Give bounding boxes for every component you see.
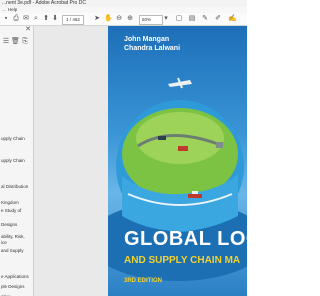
- zoom-in-icon[interactable]: ⊕: [126, 15, 134, 23]
- new-bookmark-icon[interactable]: ⎘: [21, 38, 29, 46]
- next-page-icon[interactable]: ⬇: [51, 15, 59, 23]
- bookmark-item[interactable]: upply Chain: [1, 158, 25, 163]
- bookmark-item[interactable]: upply Chain: [1, 136, 25, 141]
- bookmark-item[interactable]: e Applications: [1, 274, 29, 279]
- document-viewer[interactable]: John Mangan Chandra Lalwani GLOBAL LOGI …: [34, 26, 247, 296]
- bookmark-item[interactable]: and Supply: [1, 248, 24, 253]
- book-title: GLOBAL LOGI: [124, 228, 247, 250]
- toolbar: ▪ ⎙ ✉ ⌕ ⬆ ⬇ 1 / 462 ➤ ✋ ⊖ ⊕ 50% ▾ ▢ ▤ ✎ …: [0, 13, 247, 26]
- book-cover-page: John Mangan Chandra Lalwani GLOBAL LOGI …: [108, 26, 247, 296]
- delete-bookmark-icon[interactable]: 🗑: [11, 38, 20, 46]
- zoom-level-select[interactable]: 50%: [139, 15, 163, 25]
- options-icon[interactable]: ☰: [2, 38, 10, 46]
- bookmark-item[interactable]: al Distribution: [1, 184, 28, 189]
- hand-icon[interactable]: ✋: [104, 15, 113, 23]
- book-subtitle: AND SUPPLY CHAIN MA: [124, 255, 241, 266]
- zoom-dropdown-icon[interactable]: ▾: [162, 15, 170, 23]
- highlight-icon[interactable]: ✐: [214, 15, 222, 23]
- bookmark-item[interactable]: ability, Risk,: [1, 234, 25, 239]
- bookmark-item[interactable]: e Study of: [1, 208, 21, 213]
- bookmark-item[interactable]: ice: [1, 240, 7, 245]
- email-icon[interactable]: ✉: [22, 15, 30, 23]
- author-name: John Mangan: [124, 36, 170, 43]
- bookmarks-panel-header: ✕ ☰ 🗑 ⎘: [0, 26, 33, 46]
- bookmarks-panel: ✕ ☰ 🗑 ⎘ upply Chain upply Chain al Distr…: [0, 26, 34, 296]
- bookmark-item[interactable]: ple Designs: [1, 284, 25, 289]
- bookmark-item[interactable]: Kingdom: [1, 200, 19, 205]
- print-icon[interactable]: ⎙: [12, 15, 20, 23]
- sign-icon[interactable]: ✍: [228, 15, 237, 23]
- window-title: ...nent 3e.pdf - Adobe Acrobat Pro DC: [2, 0, 86, 6]
- page-display-icon[interactable]: ▤: [188, 15, 196, 23]
- page-number-field[interactable]: 1 / 462: [62, 15, 84, 25]
- zoom-out-icon[interactable]: ⊖: [115, 15, 123, 23]
- select-cursor-icon[interactable]: ➤: [93, 15, 101, 23]
- edition-label: 3RD EDITION: [124, 278, 163, 284]
- save-icon[interactable]: ▪: [2, 15, 10, 23]
- comment-icon[interactable]: ✎: [201, 15, 209, 23]
- close-icon[interactable]: ✕: [24, 26, 32, 34]
- search-icon[interactable]: ⌕: [32, 15, 40, 23]
- previous-page-icon[interactable]: ⬆: [42, 15, 50, 23]
- fit-page-icon[interactable]: ▢: [175, 15, 183, 23]
- bookmark-item[interactable]: Designs: [1, 222, 17, 227]
- author-name: Chandra Lalwani: [124, 45, 181, 52]
